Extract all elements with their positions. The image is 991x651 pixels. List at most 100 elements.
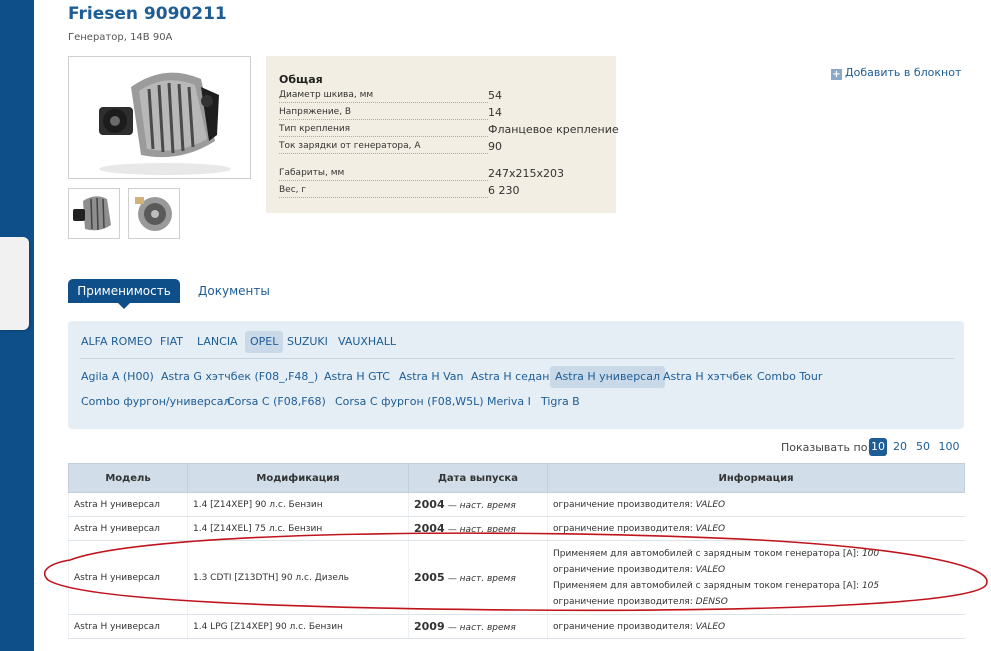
date-start: 2005	[414, 571, 445, 584]
model-chip[interactable]: Tigra B	[538, 391, 583, 413]
date-end: — наст. время	[447, 623, 516, 633]
spec-row: Напряжение, В 14	[279, 106, 614, 120]
model-chip[interactable]: Agila A (H00)	[78, 366, 157, 388]
date-start: 2004	[414, 498, 445, 511]
side-feedback-tab[interactable]	[0, 237, 29, 330]
cell-info: Применяем для автомобилей с зарядным ток…	[547, 540, 965, 615]
spec-label: Тип крепления	[279, 125, 488, 137]
applicability-table: Модель Модификация Дата выпуска Информац…	[68, 463, 965, 639]
tab-applicability[interactable]: Применимость	[68, 279, 180, 309]
per-page-option-100[interactable]: 100	[938, 438, 960, 456]
table-row[interactable]: Astra H универсал 1.4 [Z14XEP] 90 л.с. Б…	[68, 492, 965, 517]
info-label: ограничение производителя:	[553, 523, 693, 534]
spec-row: Тип крепления Фланцевое крепление	[279, 123, 619, 137]
date-end: — наст. время	[447, 574, 516, 584]
spec-row: Вес, г 6 230	[279, 184, 614, 198]
model-chip[interactable]: Astra G хэтчбек (F08_,F48_)	[158, 366, 321, 388]
table-header-row: Модель Модификация Дата выпуска Информац…	[68, 463, 965, 493]
brand-chip-lancia[interactable]: LANCIA	[194, 331, 241, 353]
spec-value: Фланцевое крепление	[488, 123, 619, 136]
info-value: VALEO	[695, 499, 726, 510]
brand-chip-vauxhall[interactable]: VAUXHALL	[335, 331, 399, 353]
cell-date: 2004 — наст. время	[408, 516, 548, 541]
product-main-photo[interactable]	[68, 56, 251, 179]
info-line: ограничение производителя: DENSO	[553, 594, 965, 610]
per-page-option-10[interactable]: 10	[869, 438, 887, 456]
vehicle-filter-panel: ALFA ROMEO FIAT LANCIA OPEL SUZUKI VAUXH…	[68, 321, 964, 429]
spec-label: Ток зарядки от генератора, А	[279, 142, 488, 154]
date-end: — наст. время	[447, 525, 516, 535]
table-row[interactable]: Astra H универсал 1.3 CDTI [Z13DTH] 90 л…	[68, 540, 965, 615]
info-line: Применяем для автомобилей с зарядным ток…	[553, 546, 965, 562]
spec-row: Ток зарядки от генератора, А 90	[279, 140, 614, 154]
cell-modification: 1.4 LPG [Z14XEP] 90 л.с. Бензин	[187, 614, 409, 639]
col-header-date: Дата выпуска	[408, 463, 548, 493]
per-page-option-20[interactable]: 20	[892, 438, 908, 456]
cell-date: 2005 — наст. время	[408, 540, 548, 615]
brand-chip-suzuki[interactable]: SUZUKI	[284, 331, 331, 353]
spec-label: Вес, г	[279, 186, 488, 198]
alternator-thumb-back-image	[129, 189, 179, 238]
model-chip[interactable]: Astra H GTC	[321, 366, 393, 388]
info-label: Применяем для автомобилей с зарядным ток…	[553, 548, 860, 559]
info-label: ограничение производителя:	[553, 621, 693, 632]
info-value: VALEO	[695, 621, 726, 632]
alternator-image	[69, 57, 250, 178]
spec-value: 90	[488, 140, 502, 153]
spec-row: Диаметр шкива, мм 54	[279, 89, 614, 103]
table-row[interactable]: Astra H универсал 1.4 LPG [Z14XEP] 90 л.…	[68, 614, 965, 639]
specs-panel: Общая Диаметр шкива, мм 54 Напряжение, В…	[266, 56, 619, 213]
product-thumbnail-2[interactable]	[128, 188, 180, 239]
cell-model: Astra H универсал	[68, 540, 188, 615]
brand-chip-opel[interactable]: OPEL	[245, 331, 284, 353]
brand-chip-alfa-romeo[interactable]: ALFA ROMEO	[78, 331, 155, 353]
info-line: ограничение производителя: VALEO	[553, 562, 965, 578]
product-thumbnail-1[interactable]	[68, 188, 120, 239]
tab-documents[interactable]: Документы	[198, 284, 270, 298]
info-line: ограничение производителя: VALEO	[553, 619, 965, 635]
specs-title: Общая	[279, 73, 323, 86]
per-page-option-50[interactable]: 50	[915, 438, 931, 456]
cell-info: ограничение производителя: VALEO	[547, 492, 965, 517]
date-start: 2009	[414, 620, 445, 633]
model-chip[interactable]: Combo фургон/универсал	[78, 391, 234, 413]
cell-model: Astra H универсал	[68, 614, 188, 639]
model-chip-selected[interactable]: Astra H универсал	[550, 366, 665, 388]
product-title: Friesen 9090211	[68, 4, 227, 24]
model-chip[interactable]: Corsa C (F08,F68)	[224, 391, 329, 413]
model-chip[interactable]: Astra H Van	[396, 366, 466, 388]
spec-value: 54	[488, 89, 502, 102]
cell-info: ограничение производителя: VALEO	[547, 516, 965, 541]
model-chip[interactable]: Astra H седан	[468, 366, 552, 388]
brand-chip-fiat[interactable]: FIAT	[157, 331, 186, 353]
per-page-label: Показывать по:	[781, 441, 872, 454]
spec-value: 14	[488, 106, 502, 119]
col-header-info: Информация	[547, 463, 965, 493]
spec-value: 6 230	[488, 184, 520, 197]
table-row[interactable]: Astra H универсал 1.4 [Z14XEL] 75 л.с. Б…	[68, 516, 965, 541]
product-subtitle: Генератор, 14В 90А	[68, 32, 173, 43]
model-chip[interactable]: Combo Tour	[754, 366, 825, 388]
model-chip[interactable]: Meriva I	[484, 391, 534, 413]
info-value: 105	[861, 580, 880, 591]
model-chip[interactable]: Corsa C фургон (F08,W5L)	[332, 391, 487, 413]
spec-value: 247x215x203	[488, 167, 565, 180]
info-label: ограничение производителя:	[553, 564, 693, 575]
col-header-modification: Модификация	[187, 463, 409, 493]
model-chip[interactable]: Astra H хэтчбек	[660, 366, 756, 388]
cell-modification: 1.3 CDTI [Z13DTH] 90 л.с. Дизель	[187, 540, 409, 615]
cell-model: Astra H универсал	[68, 492, 188, 517]
plus-icon: +	[831, 69, 842, 80]
spec-label: Габариты, мм	[279, 169, 488, 181]
add-to-notebook-label: Добавить в блокнот	[845, 66, 962, 79]
info-label: ограничение производителя:	[553, 499, 693, 510]
info-value: VALEO	[695, 523, 726, 534]
cell-model: Astra H универсал	[68, 516, 188, 541]
filter-divider	[80, 358, 954, 359]
info-value: VALEO	[695, 564, 726, 575]
add-to-notebook-link[interactable]: + Добавить в блокнот	[831, 66, 961, 80]
date-start: 2004	[414, 522, 445, 535]
date-end: — наст. время	[447, 501, 516, 511]
info-value: DENSO	[695, 596, 728, 607]
cell-modification: 1.4 [Z14XEL] 75 л.с. Бензин	[187, 516, 409, 541]
